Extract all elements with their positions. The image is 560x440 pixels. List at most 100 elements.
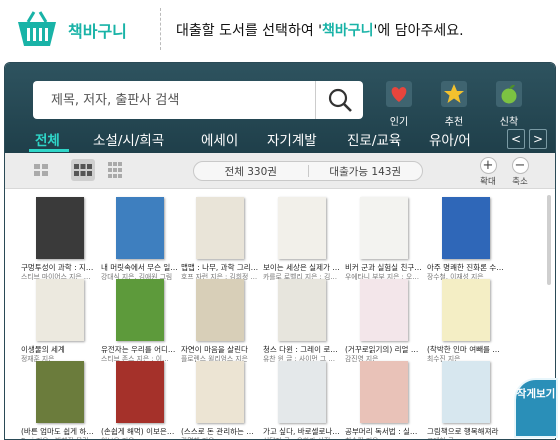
- book-title[interactable]: 공부머리 독서법 : 실현…: [345, 427, 423, 437]
- book-item[interactable]: 유전자는 우리를 어디까… 스티브 존스 지은 ; 이…: [101, 279, 179, 364]
- book-item[interactable]: 청스 다윈 : 그레이 로켓… 유찬 윈 글 ; 사이먼 그 그…: [263, 279, 341, 364]
- book-count-summary: 전체 330권 대출가능 143권: [193, 161, 423, 181]
- book-basket-logo[interactable]: 책바구니: [14, 10, 127, 50]
- book-item[interactable]: (거꾸로읽기의) 리얼 집합…감진영 지은: [345, 279, 423, 364]
- book-cover[interactable]: [196, 197, 244, 259]
- book-title[interactable]: 유전자는 우리를 어디까…: [101, 345, 179, 355]
- instruction-text: 대출할 도서를 선택하여 ': [176, 23, 322, 39]
- tab-children[interactable]: 유아/어: [429, 129, 471, 149]
- book-title[interactable]: (손쉽게 해먹) 이보은의 …: [101, 427, 179, 437]
- book-title[interactable]: 이생물의 세계: [21, 345, 99, 355]
- zoom-in-button[interactable]: + 확대: [475, 157, 501, 187]
- book-item[interactable]: 가고 싶다, 바로셀로나 : …신달자 글 ; 오한과 사진: [263, 361, 341, 439]
- quick-link-recommended[interactable]: 추천: [430, 81, 478, 128]
- search-button[interactable]: [315, 81, 363, 119]
- instruction-highlight: 책바구니: [322, 23, 374, 39]
- book-title[interactable]: (거꾸로읽기의) 리얼 집합…: [345, 345, 423, 355]
- book-title[interactable]: 그림책으로 행복해져라: [427, 427, 505, 437]
- tab-self-help[interactable]: 자기계발: [267, 129, 317, 149]
- tabs-next-button[interactable]: >: [529, 129, 547, 149]
- scrollbar[interactable]: [547, 195, 551, 285]
- grid-small-icon: [34, 164, 48, 176]
- book-title[interactable]: 아주 명쾌한 진화론 수업 …: [427, 263, 505, 273]
- search-box: [33, 81, 363, 119]
- book-cover[interactable]: [116, 361, 164, 423]
- compact-view-button[interactable]: 작게보기: [514, 378, 558, 438]
- book-cover[interactable]: [442, 361, 490, 423]
- available-count: 대출가능 143권: [329, 165, 402, 178]
- book-title[interactable]: 청스 다윈 : 그레이 로켓…: [263, 345, 341, 355]
- book-title[interactable]: 내 머릿속에서 무슨 일이…: [101, 263, 179, 273]
- logo-text: 책바구니: [68, 22, 127, 41]
- dense-grid-view-button[interactable]: [105, 159, 129, 181]
- book-cover[interactable]: [442, 279, 490, 341]
- book-grid: 구멍투성이 과학 : 지금… 스티브 마이어스 지은 … 내 머릿속에서 무슨 일이…: [5, 189, 555, 439]
- book-item[interactable]: 보이는 세상은 실제가 아… 카를로 로벨리 지은 ; 김정…: [263, 197, 341, 282]
- book-title[interactable]: 자연이 마음을 살린다: [181, 345, 259, 355]
- book-title[interactable]: (스스로 돈 관리하는 아…: [181, 427, 259, 437]
- header-instruction: 대출할 도서를 선택하여 '책바구니'에 담아주세요.: [176, 20, 464, 40]
- book-item[interactable]: 맵맵 : 나무, 과학 그리고… 호프 자런 지은 ; 김희정 옮김: [181, 197, 259, 282]
- book-item[interactable]: 공부머리 독서법 : 실현…최승필 지은: [345, 361, 423, 439]
- book-cover[interactable]: [36, 197, 84, 259]
- tab-essay[interactable]: 에세이: [201, 129, 238, 149]
- book-item[interactable]: 자연이 마음을 살린다 플로렌스 윌리엄스 지은: [181, 279, 259, 364]
- top-header: 책바구니 대출할 도서를 선택하여 '책바구니'에 담아주세요.: [0, 0, 560, 58]
- plus-icon: +: [479, 157, 497, 174]
- search-area: 인기 추천 신착 전체 소설/시/희곡 에세이 자기계발 진로/교육 유아/어: [5, 63, 555, 153]
- book-item[interactable]: 이생물의 세계 정재훈 지은: [21, 279, 99, 364]
- book-title[interactable]: 보이는 세상은 실제가 아…: [263, 263, 341, 273]
- book-item[interactable]: 그림책으로 행복해져라고대현 글: [427, 361, 505, 439]
- book-cover[interactable]: [116, 279, 164, 341]
- book-cover[interactable]: [278, 279, 326, 341]
- book-title[interactable]: 맵맵 : 나무, 과학 그리고…: [181, 263, 259, 273]
- quick-link-new-arrivals[interactable]: 신착: [485, 81, 533, 128]
- search-icon: [328, 88, 352, 112]
- minus-icon: −: [511, 157, 529, 174]
- book-cover[interactable]: [360, 361, 408, 423]
- book-item[interactable]: 내 머릿속에서 무슨 일이… 강대식 지은, 김애원 그림: [101, 197, 179, 282]
- list-view-button[interactable]: [29, 159, 53, 181]
- instruction-text-end: '에 담아주세요.: [373, 23, 464, 39]
- star-icon: [441, 81, 467, 107]
- book-cover[interactable]: [278, 197, 326, 259]
- book-item[interactable]: 비커 군과 실험실 친구들 … 우에타니 부부 지은 ; 오승…: [345, 197, 423, 282]
- book-cover[interactable]: [360, 197, 408, 259]
- book-browser-panel: 인기 추천 신착 전체 소설/시/희곡 에세이 자기계발 진로/교육 유아/어: [4, 62, 556, 440]
- quick-link-popular[interactable]: 인기: [375, 81, 423, 128]
- basket-icon: [18, 11, 56, 46]
- header-divider: [160, 8, 161, 50]
- book-item[interactable]: (착박한 인마 여빼를 위… 최수진 지은: [427, 279, 505, 364]
- search-input[interactable]: [33, 81, 323, 119]
- grid-large-icon: [108, 162, 122, 178]
- book-cover[interactable]: [278, 361, 326, 423]
- book-cover[interactable]: [116, 197, 164, 259]
- book-cover[interactable]: [196, 361, 244, 423]
- book-cover[interactable]: [442, 197, 490, 259]
- grid-medium-icon: [74, 164, 92, 176]
- book-item[interactable]: 구멍투성이 과학 : 지금… 스티브 마이어스 지은 …: [21, 197, 99, 282]
- book-item[interactable]: (바른 엄마도 쉽게 하는) …Emi 지은 ; 박혜진 옮김: [21, 361, 99, 439]
- apple-icon: [496, 81, 522, 107]
- zoom-in-label: 확대: [480, 177, 496, 187]
- book-title[interactable]: 비커 군과 실험실 친구들 …: [345, 263, 423, 273]
- book-cover[interactable]: [36, 361, 84, 423]
- book-title[interactable]: 가고 싶다, 바로셀로나 : …: [263, 427, 341, 437]
- tabs-prev-button[interactable]: <: [507, 129, 525, 149]
- view-toolbar: 전체 330권 대출가능 143권 + 확대 − 축소: [5, 153, 555, 189]
- book-title[interactable]: 구멍투성이 과학 : 지금…: [21, 263, 99, 273]
- book-title[interactable]: (바른 엄마도 쉽게 하는) …: [21, 427, 99, 437]
- book-cover[interactable]: [196, 279, 244, 341]
- category-tabs: 전체 소설/시/희곡 에세이 자기계발 진로/교육 유아/어 < >: [5, 125, 555, 153]
- tab-career-education[interactable]: 진로/교육: [347, 129, 401, 149]
- book-cover[interactable]: [36, 279, 84, 341]
- grid-view-button[interactable]: [71, 159, 95, 181]
- book-item[interactable]: (손쉽게 해먹) 이보은의 …이보은 지은: [101, 361, 179, 439]
- book-cover[interactable]: [360, 279, 408, 341]
- book-title[interactable]: (착박한 인마 여빼를 위…: [427, 345, 505, 355]
- book-item[interactable]: (스스로 돈 관리하는 아…강명혜 지은: [181, 361, 259, 439]
- tab-fiction-poetry-drama[interactable]: 소설/시/희곡: [93, 129, 164, 149]
- book-item[interactable]: 아주 명쾌한 진화론 수업 … 장수철, 이재성 지은: [427, 197, 505, 282]
- zoom-out-button[interactable]: − 축소: [507, 157, 533, 187]
- tab-all[interactable]: 전체: [35, 129, 60, 149]
